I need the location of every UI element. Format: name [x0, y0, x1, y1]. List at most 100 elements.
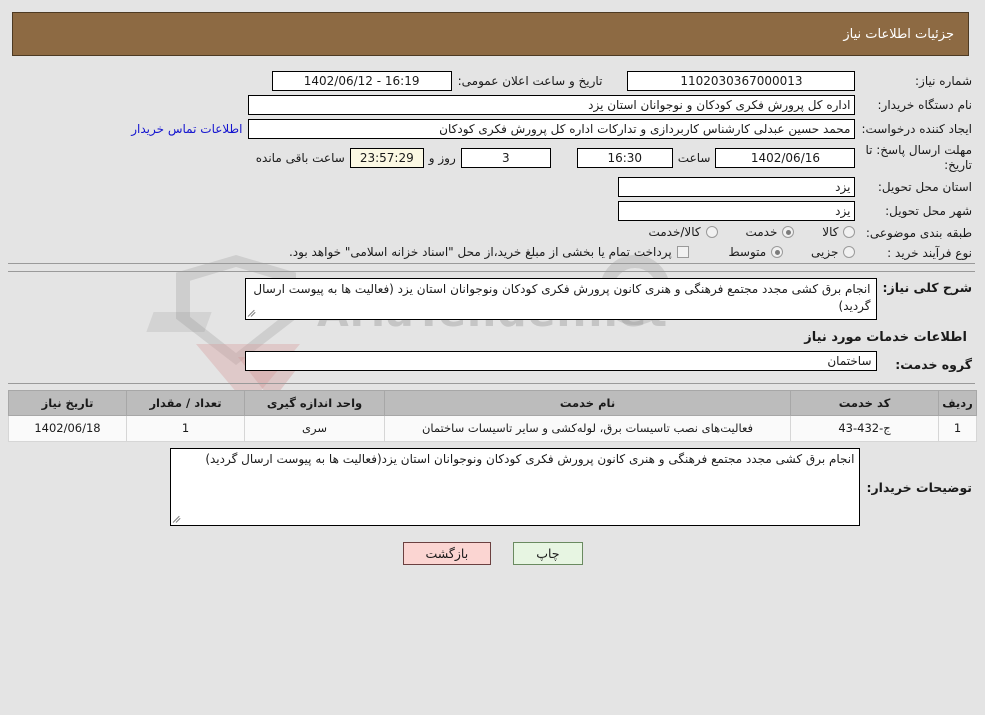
- need-description-textarea[interactable]: انجام برق کشی مجدد مجتمع فرهنگی و هنری ک…: [244, 278, 877, 320]
- buyer-org-label: نام دستگاه خریدار:: [877, 98, 973, 112]
- row-province: استان محل تحویل: یزد: [8, 175, 975, 199]
- col-service-name: نام خدمت: [384, 390, 791, 416]
- col-row-no: ردیف: [938, 390, 977, 416]
- service-group-label: گروه خدمت:: [895, 356, 972, 372]
- col-service-code: کد خدمت: [790, 390, 939, 416]
- description-table: شرح کلی نیاز: انجام برق کشی مجدد مجتمع ف…: [8, 272, 975, 379]
- deadline-hour-label: ساعت: [677, 151, 711, 165]
- city-label: شهر محل تحویل:: [885, 204, 972, 218]
- buyer-notes-text: انجام برق کشی مجدد مجتمع فرهنگی و هنری ک…: [205, 452, 855, 466]
- remaining-days-field[interactable]: 3: [460, 148, 551, 168]
- row-deadline: مهلت ارسال پاسخ: تا تاریخ: 1402/06/16 ساع…: [8, 141, 975, 175]
- checkbox-icon[interactable]: [676, 246, 689, 258]
- row-process-type: نوع فرآیند خرید : جزیی متوسط پرداخت تمام…: [8, 243, 975, 263]
- deadline-label: مهلت ارسال پاسخ: تا تاریخ:: [858, 141, 975, 175]
- need-description-label: شرح کلی نیاز:: [882, 280, 972, 295]
- col-unit: واحد اندازه گیری: [244, 390, 385, 416]
- buyer-org-field-cell: اداره کل پرورش فکری کودکان و نوجوانان اس…: [8, 93, 858, 117]
- process-option-motevaset[interactable]: متوسط: [729, 245, 784, 259]
- need-number-label: شماره نیاز:: [915, 74, 972, 88]
- category-option-label: کالا/خدمت: [648, 225, 701, 239]
- cell-quantity: 1: [126, 415, 245, 442]
- service-group-cell: ساختمان: [8, 349, 880, 379]
- category-radio-group: کالا خدمت کالا/خدمت: [624, 225, 856, 241]
- radio-icon[interactable]: [843, 246, 856, 258]
- cell-row-no: 1: [938, 415, 977, 442]
- cell-service-code: ج-432-43: [790, 415, 939, 442]
- cell-unit: سری: [244, 415, 385, 442]
- services-table-head: ردیف کد خدمت نام خدمت واحد اندازه گیری ت…: [8, 390, 977, 416]
- row-city: شهر محل تحویل: یزد: [8, 199, 975, 223]
- resize-handle-icon[interactable]: [173, 515, 183, 525]
- buyer-notes-table: توضیحات خریدار: انجام برق کشی مجدد مجتمع…: [8, 446, 975, 528]
- button-bar: چاپ بازگشت: [0, 542, 985, 565]
- radio-icon[interactable]: [782, 226, 795, 238]
- province-label: استان محل تحویل:: [877, 180, 972, 194]
- city-field[interactable]: یزد: [618, 201, 856, 221]
- remaining-days-label: روز و: [428, 151, 456, 165]
- radio-icon[interactable]: [771, 246, 784, 258]
- need-number-field[interactable]: 1102030367000013: [627, 71, 856, 91]
- deadline-hour-field[interactable]: 16:30: [576, 148, 673, 168]
- announce-datetime-label: تاریخ و ساعت اعلان عمومی:: [457, 74, 603, 88]
- need-number-field-cell: 1102030367000013: [624, 69, 858, 93]
- table-row: 1 ج-432-43 فعالیت‌های نصب تاسیسات برق، ل…: [8, 415, 977, 442]
- announce-datetime-field-cell: 16:19 - 1402/06/12: [22, 69, 455, 93]
- category-option-kala-khedmat[interactable]: کالا/خدمت: [648, 225, 718, 239]
- process-option-jozii[interactable]: جزیی: [811, 245, 856, 259]
- services-table-body: 1 ج-432-43 فعالیت‌های نصب تاسیسات برق، ل…: [8, 415, 977, 442]
- resize-handle-icon[interactable]: [247, 309, 258, 319]
- announce-datetime-field[interactable]: 16:19 - 1402/06/12: [271, 71, 452, 91]
- province-field-cell: یزد: [8, 175, 858, 199]
- page-title: جزئیات اطلاعات نیاز: [843, 26, 954, 42]
- row-requester: ایجاد کننده درخواست: محمد حسین عبدلی کار…: [8, 117, 975, 141]
- process-options-cell: جزیی متوسط پرداخت تمام یا بخشی از مبلغ خ…: [8, 243, 858, 263]
- buyer-notes-textarea[interactable]: انجام برق کشی مجدد مجتمع فرهنگی و هنری ک…: [170, 448, 861, 526]
- process-radio-group: جزیی متوسط: [705, 245, 856, 261]
- buyer-contact-link[interactable]: اطلاعات تماس خریدار: [131, 122, 248, 136]
- row-need-number: شماره نیاز: 1102030367000013 تاریخ و ساع…: [8, 69, 975, 93]
- col-quantity: تعداد / مقدار: [126, 390, 245, 416]
- cell-service-name: فعالیت‌های نصب تاسیسات برق، لوله‌کشی و س…: [384, 415, 791, 442]
- requester-label: ایجاد کننده درخواست:: [861, 122, 972, 136]
- buyer-notes-panel: توضیحات خریدار: انجام برق کشی مجدد مجتمع…: [8, 446, 975, 528]
- category-option-khedmat[interactable]: خدمت: [745, 225, 795, 239]
- row-category: طبقه بندی موضوعی: کالا خدمت کالا/خدمت: [8, 223, 975, 243]
- description-panel: شرح کلی نیاز: انجام برق کشی مجدد مجتمع ف…: [8, 271, 975, 384]
- category-option-kala[interactable]: کالا: [822, 225, 856, 239]
- row-buyer-notes: توضیحات خریدار: انجام برق کشی مجدد مجتمع…: [8, 446, 975, 528]
- buyer-org-field[interactable]: اداره کل پرورش فکری کودکان و نوجوانان اس…: [248, 95, 856, 115]
- remaining-time-label: ساعت باقی مانده: [255, 151, 345, 165]
- category-label: طبقه بندی موضوعی:: [865, 226, 972, 240]
- table-header-row: ردیف کد خدمت نام خدمت واحد اندازه گیری ت…: [8, 390, 977, 416]
- process-option-label: متوسط: [728, 245, 767, 259]
- deadline-fields-cell: 1402/06/16 ساعت 16:30 3 روز و 23:57:29 ساعت با…: [8, 141, 858, 175]
- row-need-description: شرح کلی نیاز: انجام برق کشی مجدد مجتمع ف…: [8, 272, 975, 322]
- radio-icon[interactable]: [705, 226, 718, 238]
- requester-field[interactable]: محمد حسین عبدلی کارشناس کاربردازی و تدار…: [248, 119, 856, 139]
- treasury-checkbox-option[interactable]: پرداخت تمام یا بخشی از مبلغ خرید،از محل …: [289, 245, 689, 259]
- category-options-cell: کالا خدمت کالا/خدمت: [8, 223, 858, 243]
- row-services-title: اطلاعات خدمات مورد نیاز: [8, 322, 975, 349]
- cell-need-date: 1402/06/18: [8, 415, 127, 442]
- process-option-label: جزیی: [811, 245, 839, 259]
- city-field-cell: یزد: [8, 199, 858, 223]
- print-button[interactable]: چاپ: [513, 542, 583, 565]
- services-section-title: اطلاعات خدمات مورد نیاز: [804, 330, 967, 345]
- category-option-label: کالا: [822, 225, 839, 239]
- service-group-field[interactable]: ساختمان: [244, 351, 877, 371]
- deadline-date-field[interactable]: 1402/06/16: [715, 148, 856, 168]
- process-label: نوع فرآیند خرید :: [887, 246, 972, 260]
- deadline-label-text: مهلت ارسال پاسخ: تا تاریخ:: [865, 143, 972, 172]
- province-field[interactable]: یزد: [618, 177, 856, 197]
- back-button[interactable]: بازگشت: [402, 542, 492, 565]
- row-buyer-org: نام دستگاه خریدار: اداره کل پرورش فکری ک…: [8, 93, 975, 117]
- need-info-panel: شماره نیاز: 1102030367000013 تاریخ و ساع…: [8, 63, 975, 264]
- need-info-table: شماره نیاز: 1102030367000013 تاریخ و ساع…: [8, 69, 975, 263]
- row-service-group: گروه خدمت: ساختمان: [8, 349, 975, 379]
- remaining-time-field: 23:57:29: [349, 148, 424, 168]
- buyer-notes-cell: انجام برق کشی مجدد مجتمع فرهنگی و هنری ک…: [8, 446, 863, 528]
- category-option-label: خدمت: [745, 225, 778, 239]
- radio-icon[interactable]: [843, 226, 856, 238]
- page-header: جزئیات اطلاعات نیاز: [12, 12, 969, 56]
